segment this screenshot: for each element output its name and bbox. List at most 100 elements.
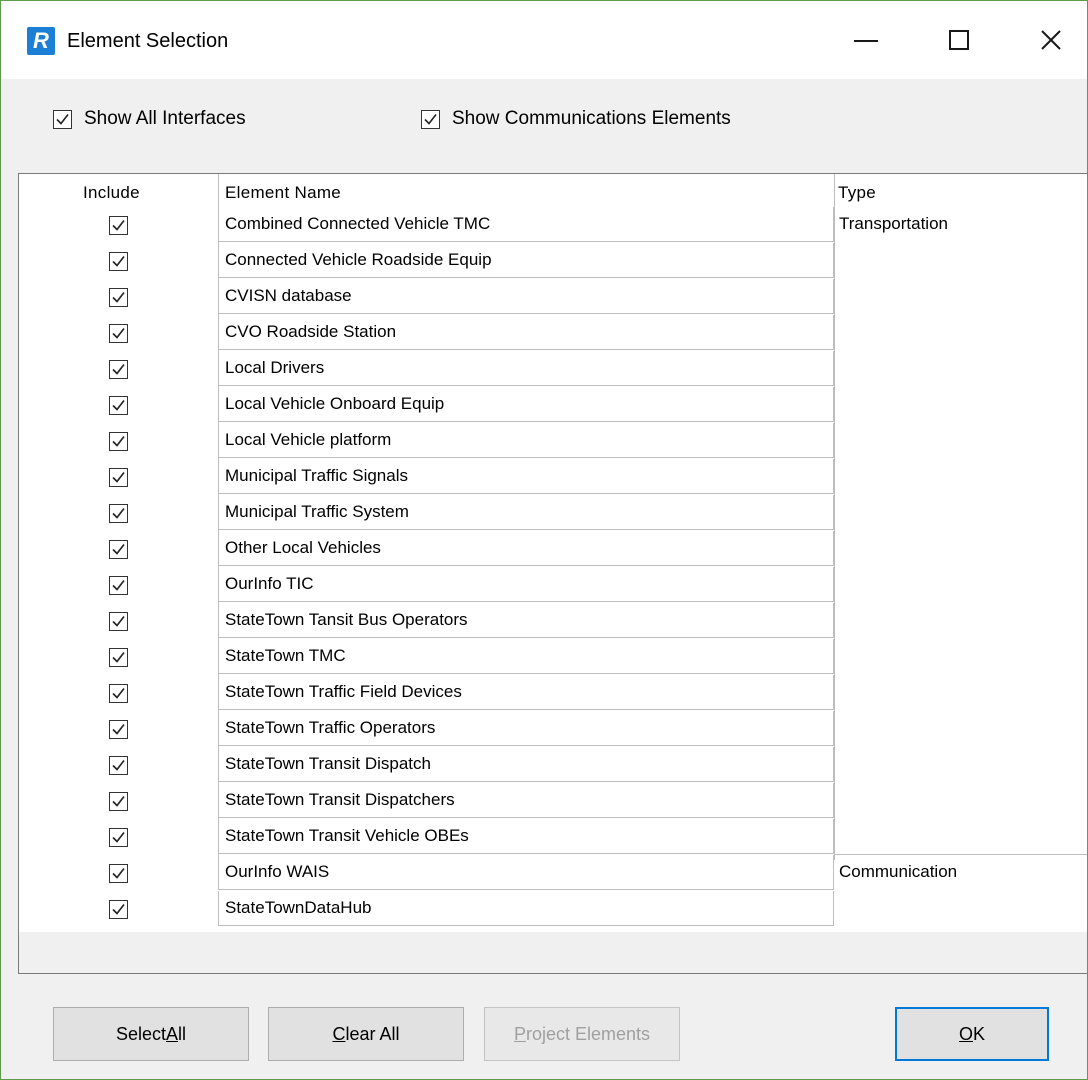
include-checkbox[interactable] [109, 863, 128, 883]
project-elements-button[interactable]: Project Elements [484, 1007, 680, 1061]
element-name-cell[interactable]: Municipal Traffic Signals [218, 459, 834, 494]
element-name-cell[interactable]: Local Vehicle platform [218, 423, 834, 458]
include-cell[interactable] [19, 423, 218, 459]
include-checkbox[interactable] [109, 899, 128, 919]
include-checkbox[interactable] [109, 611, 128, 631]
element-name-cell[interactable]: Local Vehicle Onboard Equip [218, 387, 834, 422]
include-checkbox[interactable] [109, 359, 128, 379]
element-name-column-header[interactable]: Element Name [225, 183, 341, 203]
type-cell[interactable]: Transportation [839, 214, 948, 234]
include-cell[interactable] [19, 819, 218, 855]
table-row[interactable]: StateTownDataHub [19, 891, 1087, 927]
ok-accelerator: O [958, 1023, 973, 1044]
table-row[interactable]: StateTown Transit Vehicle OBEs [19, 819, 1087, 855]
include-checkbox[interactable] [109, 503, 128, 523]
include-cell[interactable] [19, 747, 218, 783]
table-row[interactable]: Connected Vehicle Roadside Equip [19, 243, 1087, 279]
maximize-button[interactable] [919, 1, 999, 79]
table-row[interactable]: StateTown Traffic Field Devices [19, 675, 1087, 711]
table-row[interactable]: CVISN database [19, 279, 1087, 315]
select-all-accelerator: A [166, 1023, 179, 1044]
include-checkbox[interactable] [109, 683, 128, 703]
clear-all-button[interactable]: Clear All [268, 1007, 464, 1061]
include-checkbox[interactable] [109, 467, 128, 487]
element-name-cell[interactable]: StateTown Transit Vehicle OBEs [218, 819, 834, 854]
table-row[interactable]: StateTown Traffic Operators [19, 711, 1087, 747]
minimize-button[interactable] [826, 1, 906, 79]
table-row[interactable]: Local Vehicle platform [19, 423, 1087, 459]
show-communications-elements-checkbox[interactable]: Show Communications Elements [421, 108, 731, 130]
include-checkbox[interactable] [109, 431, 128, 451]
element-name-cell[interactable]: OurInfo WAIS [218, 855, 834, 890]
table-row[interactable]: OurInfo TIC [19, 567, 1087, 603]
include-checkbox[interactable] [109, 791, 128, 811]
table-row[interactable]: StateTown Transit Dispatchers [19, 783, 1087, 819]
element-name-cell[interactable]: StateTown TMC [218, 639, 834, 674]
include-cell[interactable] [19, 675, 218, 711]
include-checkbox[interactable] [109, 755, 128, 775]
element-name-cell[interactable]: StateTown Traffic Operators [218, 711, 834, 746]
include-cell[interactable] [19, 459, 218, 495]
element-name-cell[interactable]: OurInfo TIC [218, 567, 834, 602]
element-name-cell[interactable]: StateTownDataHub [218, 891, 834, 926]
include-cell[interactable] [19, 531, 218, 567]
include-checkbox[interactable] [109, 323, 128, 343]
include-cell[interactable] [19, 639, 218, 675]
element-name-cell[interactable]: Municipal Traffic System [218, 495, 834, 530]
include-checkbox[interactable] [109, 647, 128, 667]
minimize-icon [854, 40, 878, 42]
element-name-cell[interactable]: StateTown Traffic Field Devices [218, 675, 834, 710]
include-cell[interactable] [19, 891, 218, 927]
table-row[interactable]: Municipal Traffic Signals [19, 459, 1087, 495]
include-cell[interactable] [19, 495, 218, 531]
table-row[interactable]: StateTown Tansit Bus Operators [19, 603, 1087, 639]
element-name-cell[interactable]: Connected Vehicle Roadside Equip [218, 243, 834, 278]
element-name-cell[interactable]: StateTown Tansit Bus Operators [218, 603, 834, 638]
table-row[interactable]: Local Drivers [19, 351, 1087, 387]
type-column-header[interactable]: Type [838, 183, 876, 203]
include-checkbox[interactable] [109, 287, 128, 307]
clear-all-accelerator: C [332, 1023, 346, 1044]
include-cell[interactable] [19, 603, 218, 639]
element-name-cell[interactable]: CVISN database [218, 279, 834, 314]
element-name-cell[interactable]: Combined Connected Vehicle TMC [218, 207, 834, 242]
type-cell[interactable]: Communication [839, 862, 957, 882]
element-name-cell[interactable]: Local Drivers [218, 351, 834, 386]
element-name-cell[interactable]: CVO Roadside Station [218, 315, 834, 350]
close-button[interactable] [1011, 1, 1088, 79]
ok-button[interactable]: OK [895, 1007, 1049, 1061]
element-name-cell[interactable]: StateTown Transit Dispatchers [218, 783, 834, 818]
include-cell[interactable] [19, 387, 218, 423]
include-cell[interactable] [19, 315, 218, 351]
table-row[interactable]: Municipal Traffic System [19, 495, 1087, 531]
include-checkbox[interactable] [109, 827, 128, 847]
include-checkbox[interactable] [109, 395, 128, 415]
element-name-cell[interactable]: StateTown Transit Dispatch [218, 747, 834, 782]
table-row[interactable]: Local Vehicle Onboard Equip [19, 387, 1087, 423]
include-checkbox[interactable] [109, 215, 128, 235]
checkbox-checked-icon[interactable] [53, 109, 72, 129]
show-all-interfaces-checkbox[interactable]: Show All Interfaces [53, 108, 246, 130]
select-all-button[interactable]: Select All [53, 1007, 249, 1061]
include-cell[interactable] [19, 279, 218, 315]
include-checkbox[interactable] [109, 251, 128, 271]
table-row[interactable]: StateTown TMC [19, 639, 1087, 675]
include-cell[interactable] [19, 207, 218, 243]
element-grid[interactable]: Include Element Name Type Combined Conne… [18, 173, 1087, 974]
include-cell[interactable] [19, 351, 218, 387]
checkbox-checked-icon[interactable] [421, 109, 440, 129]
include-cell[interactable] [19, 567, 218, 603]
include-cell[interactable] [19, 711, 218, 747]
include-cell[interactable] [19, 783, 218, 819]
include-cell[interactable] [19, 855, 218, 891]
element-selection-dialog: R Element Selection Show All Interfaces … [0, 0, 1088, 1080]
include-checkbox[interactable] [109, 575, 128, 595]
include-column-header[interactable]: Include [83, 183, 140, 203]
include-checkbox[interactable] [109, 719, 128, 739]
element-name-cell[interactable]: Other Local Vehicles [218, 531, 834, 566]
include-checkbox[interactable] [109, 539, 128, 559]
table-row[interactable]: Other Local Vehicles [19, 531, 1087, 567]
table-row[interactable]: StateTown Transit Dispatch [19, 747, 1087, 783]
table-row[interactable]: CVO Roadside Station [19, 315, 1087, 351]
include-cell[interactable] [19, 243, 218, 279]
